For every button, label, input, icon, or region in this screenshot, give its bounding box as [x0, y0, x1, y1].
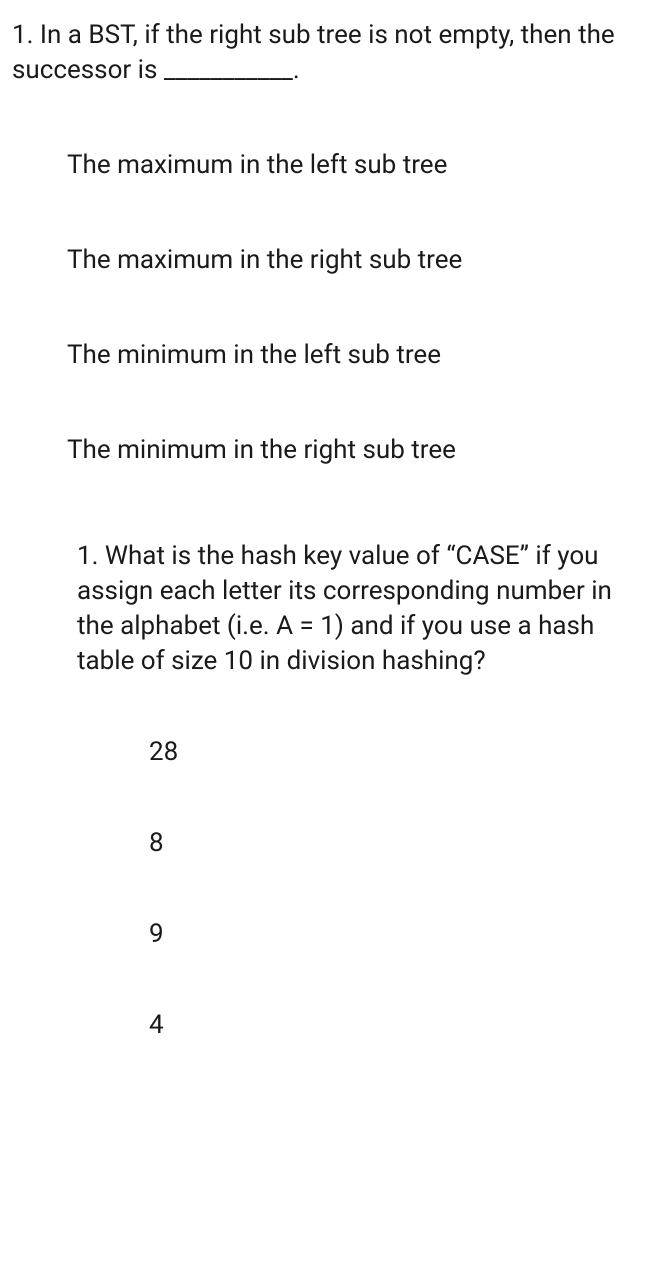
- question-1-text: In a BST, if the right sub tree is not e…: [12, 20, 615, 85]
- question-1-number: 1.: [12, 20, 33, 50]
- question-2-prompt: 1. What is the hash key value of “CASE” …: [77, 539, 645, 679]
- question-1-option-b[interactable]: The maximum in the right sub tree: [12, 243, 645, 278]
- question-2-number: 1.: [77, 541, 98, 571]
- question-2-text: What is the hash key value of “CASE” if …: [77, 541, 612, 676]
- question-1-option-d[interactable]: The minimum in the right sub tree: [12, 433, 645, 468]
- question-2-option-c[interactable]: 9: [77, 917, 645, 952]
- question-1-option-a[interactable]: The maximum in the left sub tree: [12, 148, 645, 183]
- question-2-option-a[interactable]: 28: [77, 735, 645, 770]
- question-1-prompt: 1. In a BST, if the right sub tree is no…: [12, 18, 645, 88]
- document-page: 1. In a BST, if the right sub tree is no…: [0, 0, 665, 1063]
- question-2-option-d[interactable]: 4: [77, 1008, 645, 1043]
- question-1: 1. In a BST, if the right sub tree is no…: [12, 18, 645, 469]
- question-2: 1. What is the hash key value of “CASE” …: [12, 539, 645, 1044]
- question-1-option-c[interactable]: The minimum in the left sub tree: [12, 338, 645, 373]
- question-2-option-b[interactable]: 8: [77, 826, 645, 861]
